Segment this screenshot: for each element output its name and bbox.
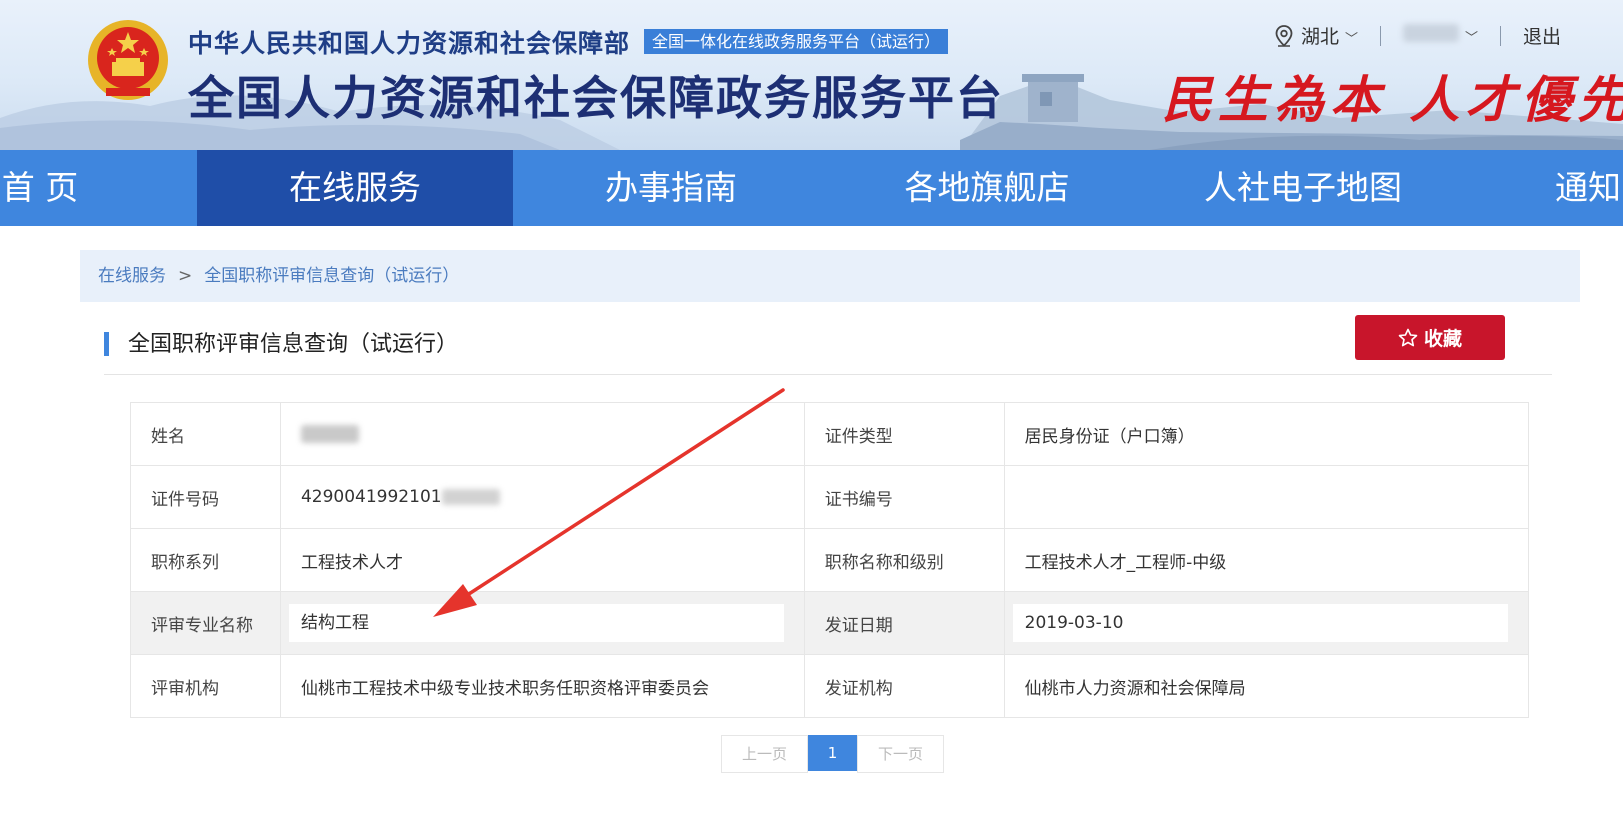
table-row: 证件号码 4290041992101 证书编号 [130,465,1530,529]
label-review-org: 评审机构 [130,654,281,718]
favorite-label: 收藏 [1423,328,1462,350]
specialty-text: 结构工程 [288,604,784,642]
user-topbar: 湖北 ﹀ ﹀ 退出 [1275,22,1561,49]
user-menu[interactable]: ﹀ [1402,24,1478,47]
value-name [279,402,805,466]
table-row-highlighted: 评审专业名称 结构工程 发证日期 2019-03-10 [130,591,1530,655]
nav-home[interactable]: 首 页 [0,150,80,226]
title-accent-bar [104,332,109,356]
location-selector[interactable]: 湖北 ﹀ [1301,22,1358,49]
location-pin-icon [1275,24,1293,47]
label-certificate-number: 证书编号 [803,465,1005,529]
breadcrumb-root[interactable]: 在线服务 [98,250,166,302]
blurred-id-suffix [441,489,500,505]
label-id-type: 证件类型 [803,402,1005,466]
page-1-button[interactable]: 1 [808,735,857,771]
site-header: 中华人民共和国人力资源和社会保障部 全国一体化在线政务服务平台（试运行） 全国人… [0,0,1623,150]
value-title-level: 工程技术人才_工程师-中级 [1003,528,1530,592]
national-emblem-icon [88,20,168,100]
blurred-username [1402,24,1459,42]
favorite-button[interactable]: 收藏 [1355,315,1505,360]
prev-page-button[interactable]: 上一页 [721,735,808,773]
logout-link[interactable]: 退出 [1523,22,1561,49]
issue-date-text: 2019-03-10 [1012,604,1508,642]
slogan-calligraphy: 民生為本 人才優先 [1162,70,1623,129]
value-issue-date: 2019-03-10 [1003,591,1530,655]
nav-online-service[interactable]: 在线服务 [197,150,513,226]
table-row: 评审机构 仙桃市工程技术中级专业技术职务任职资格评审委员会 发证机构 仙桃市人力… [130,654,1530,718]
value-issuing-org: 仙桃市人力资源和社会保障局 [1003,654,1530,718]
label-issue-date: 发证日期 [803,591,1005,655]
page-title-bar: 全国职称评审信息查询（试运行） [104,322,1552,375]
nav-notice[interactable]: 通知 [1555,150,1623,226]
certificate-info-table: 姓名 证件类型 居民身份证（户口簿） 证件号码 4290041992101 证书… [130,402,1530,718]
star-icon [1398,328,1418,346]
nav-service-guide[interactable]: 办事指南 [513,150,829,226]
page-title: 全国职称评审信息查询（试运行） [128,332,459,357]
next-page-button[interactable]: 下一页 [857,735,944,773]
table-row: 职称系列 工程技术人才 职称名称和级别 工程技术人才_工程师-中级 [130,528,1530,592]
chevron-down-icon: ﹀ [1464,31,1478,46]
breadcrumb-current[interactable]: 全国职称评审信息查询（试运行） [204,250,459,302]
breadcrumb-separator: > [178,266,193,286]
table-row: 姓名 证件类型 居民身份证（户口簿） [130,402,1530,466]
platform-name: 全国人力资源和社会保障政务服务平台 [188,71,1004,125]
value-id-number: 4290041992101 [279,465,805,529]
location-label: 湖北 [1300,26,1339,48]
label-id-number: 证件号码 [130,465,281,529]
label-name: 姓名 [130,402,281,466]
value-specialty: 结构工程 [279,591,805,655]
id-number-text: 4290041992101 [300,487,442,507]
label-specialty: 评审专业名称 [130,591,281,655]
ministry-name: 中华人民共和国人力资源和社会保障部 [188,29,631,58]
main-nav: 首 页 在线服务 办事指南 各地旗舰店 人社电子地图 通知 [0,150,1623,226]
value-certificate-number [1003,465,1530,529]
label-issuing-org: 发证机构 [803,654,1005,718]
divider [1379,25,1381,46]
value-review-org: 仙桃市工程技术中级专业技术职务任职资格评审委员会 [279,654,805,718]
label-title-level: 职称名称和级别 [803,528,1005,592]
breadcrumb: 在线服务 > 全国职称评审信息查询（试运行） [80,250,1580,302]
platform-badge: 全国一体化在线政务服务平台（试运行） [644,29,949,54]
nav-local-stores[interactable]: 各地旗舰店 [829,150,1145,226]
value-title-series: 工程技术人才 [279,528,805,592]
blurred-name [300,425,359,443]
label-title-series: 职称系列 [130,528,281,592]
value-id-type: 居民身份证（户口簿） [1003,402,1530,466]
pagination: 上一页 1 下一页 [721,735,944,773]
divider [1499,25,1501,46]
nav-e-map[interactable]: 人社电子地图 [1145,150,1461,226]
chevron-down-icon: ﹀ [1344,32,1358,47]
